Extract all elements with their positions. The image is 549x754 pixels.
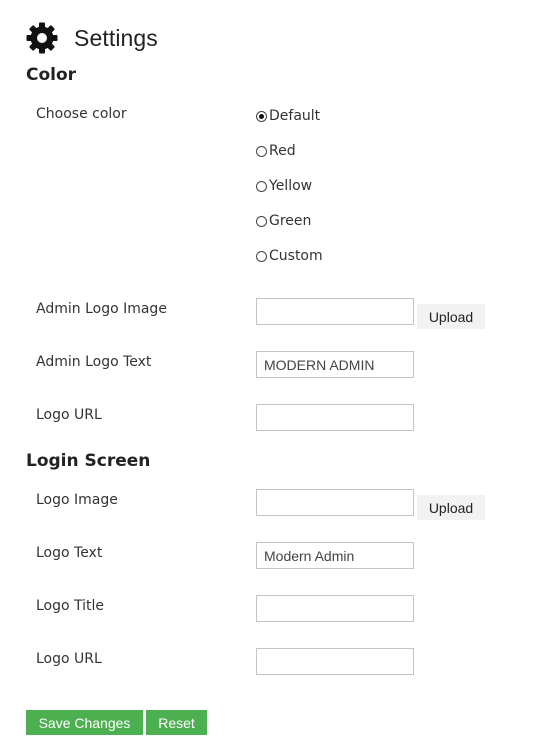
admin-logo-text-label: Admin Logo Text — [36, 354, 152, 370]
choose-color-label: Choose color — [36, 106, 127, 122]
save-changes-button[interactable]: Save Changes — [26, 710, 143, 735]
page-header: Settings — [26, 21, 158, 55]
radio-label-green: Green — [269, 213, 312, 229]
radio-option-custom[interactable]: Custom — [256, 247, 323, 265]
login-logo-text-input[interactable] — [256, 542, 414, 569]
login-logo-url-input[interactable] — [256, 648, 414, 675]
radio-button-custom[interactable] — [256, 250, 267, 262]
logo-url-input[interactable] — [256, 404, 414, 431]
login-logo-title-input[interactable] — [256, 595, 414, 622]
radio-label-red: Red — [269, 143, 296, 159]
reset-button[interactable]: Reset — [146, 710, 207, 735]
login-logo-upload-button[interactable]: Upload — [417, 495, 485, 520]
radio-label-yellow: Yellow — [269, 178, 313, 194]
radio-label-default: Default — [269, 108, 321, 124]
page-title: Settings — [74, 24, 158, 51]
admin-logo-upload-button[interactable]: Upload — [417, 304, 485, 329]
radio-button-green[interactable] — [256, 215, 267, 227]
radio-option-green[interactable]: Green — [256, 212, 311, 230]
admin-logo-image-label: Admin Logo Image — [36, 301, 167, 317]
section-title-color: Color — [26, 65, 77, 85]
login-logo-text-label: Logo Text — [36, 545, 103, 561]
login-logo-image-label: Logo Image — [36, 492, 118, 508]
gear-icon — [26, 22, 58, 54]
radio-button-yellow[interactable] — [256, 180, 267, 192]
login-logo-image-input[interactable] — [256, 489, 414, 516]
login-logo-title-label: Logo Title — [36, 598, 105, 614]
admin-logo-image-input[interactable] — [256, 298, 414, 325]
logo-url-label: Logo URL — [36, 407, 102, 423]
login-logo-url-label: Logo URL — [36, 651, 102, 667]
radio-button-default[interactable] — [256, 110, 267, 122]
radio-label-custom: Custom — [269, 248, 323, 264]
radio-option-red[interactable]: Red — [256, 142, 296, 160]
section-title-login-screen: Login Screen — [26, 451, 151, 471]
admin-logo-text-input[interactable] — [256, 351, 414, 378]
radio-option-default[interactable]: Default — [256, 107, 320, 125]
radio-button-red[interactable] — [256, 145, 267, 157]
radio-option-yellow[interactable]: Yellow — [256, 177, 312, 195]
